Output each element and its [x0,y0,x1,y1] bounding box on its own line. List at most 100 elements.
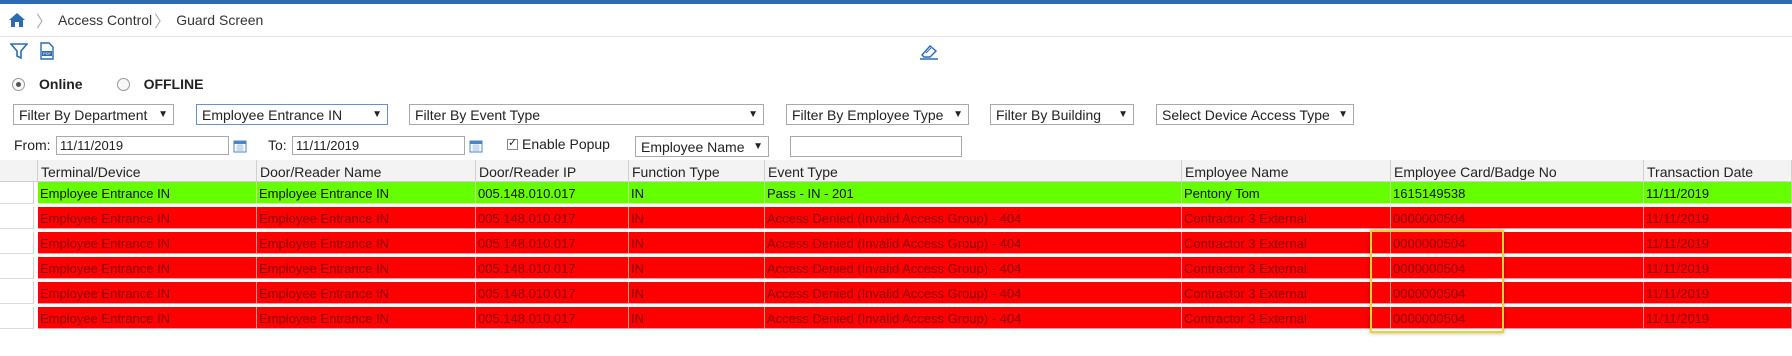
cell-event-type: Access Denied (Invalid Access Group) - 4… [765,232,1182,254]
table-row[interactable]: Employee Entrance IN Employee Entrance IN… [0,257,1792,279]
device-access-type-select[interactable]: Select Device Access Type ▼ [1156,104,1354,125]
table-row[interactable]: Employee Entrance IN Employee Entrance IN… [0,207,1792,229]
cell-function-type: IN [629,257,765,279]
online-label: Online [39,76,83,92]
cell-transaction-date: 11/11/2019 [1644,307,1792,329]
breadcrumb: 〉 Access Control 〉 Guard Screen [0,4,1792,37]
cell-terminal: Employee Entrance IN [38,257,257,279]
from-label: From: [14,137,51,153]
column-header-event-type[interactable]: Event Type [765,160,1182,182]
cell-door-reader-ip: 005.148.010.017 [476,257,629,279]
calendar-icon[interactable] [233,139,247,153]
pdf-export-icon[interactable]: PDF [38,42,56,63]
cell-function-type: IN [629,307,765,329]
to-label: To: [268,137,287,153]
cell-event-type: Access Denied (Invalid Access Group) - 4… [765,207,1182,229]
eraser-icon[interactable] [918,43,940,64]
home-icon[interactable] [0,4,34,36]
cell-door-reader-ip: 005.148.010.017 [476,232,629,254]
row-selector[interactable] [0,207,34,229]
department-filter-select[interactable]: Filter By Department ▼ [13,104,174,125]
dropdown-arrow-icon: ▼ [1118,109,1128,120]
breadcrumb-guard-screen: Guard Screen [176,12,264,28]
cell-terminal: Employee Entrance IN [38,207,257,229]
cell-event-type: Access Denied (Invalid Access Group) - 4… [765,282,1182,304]
dropdown-arrow-icon: ▼ [372,109,382,120]
from-date-input[interactable] [56,136,229,155]
cell-employee-name: Contractor 3 External [1182,257,1391,279]
column-header-door-reader-ip[interactable]: Door/Reader IP [476,160,629,182]
cell-terminal: Employee Entrance IN [38,182,257,204]
cell-transaction-date: 11/11/2019 [1644,282,1792,304]
cell-badge-no: 1615149538 [1391,182,1644,204]
cell-employee-name: Contractor 3 External [1182,232,1391,254]
offline-label: OFFLINE [143,76,204,92]
cell-function-type: IN [629,182,765,204]
terminal-filter-select[interactable]: Employee Entrance IN ▼ [196,104,388,125]
dropdown-arrow-icon: ▼ [953,109,963,120]
svg-text:PDF: PDF [43,51,52,56]
column-header-transaction-date[interactable]: Transaction Date [1644,160,1792,182]
cell-function-type: IN [629,232,765,254]
row-selector[interactable] [0,182,34,204]
badge-highlight-box [1370,230,1504,333]
building-filter-select[interactable]: Filter By Building ▼ [990,104,1134,125]
filter-icon[interactable] [9,42,29,63]
cell-terminal: Employee Entrance IN [38,282,257,304]
cell-transaction-date: 11/11/2019 [1644,207,1792,229]
employee-type-filter-select[interactable]: Filter By Employee Type ▼ [786,104,969,125]
cell-employee-name: Contractor 3 External [1182,282,1391,304]
cell-door-reader-ip: 005.148.010.017 [476,182,629,204]
enable-popup-label: Enable Popup [522,136,610,152]
cell-transaction-date: 11/11/2019 [1644,232,1792,254]
cell-door-reader-name: Employee Entrance IN [257,207,476,229]
chevron-right-icon: 〉 [154,14,171,31]
column-header-terminal[interactable]: Terminal/Device [38,160,257,182]
row-selector-header [0,160,38,182]
cell-terminal: Employee Entrance IN [38,232,257,254]
cell-function-type: IN [629,282,765,304]
table-row[interactable]: Employee Entrance IN Employee Entrance IN… [0,182,1792,204]
table-row[interactable]: Employee Entrance IN Employee Entrance IN… [0,232,1792,254]
row-selector[interactable] [0,307,34,329]
cell-door-reader-name: Employee Entrance IN [257,282,476,304]
search-field-select[interactable]: Employee Name ▼ [635,136,769,157]
cell-function-type: IN [629,207,765,229]
cell-door-reader-name: Employee Entrance IN [257,257,476,279]
cell-door-reader-ip: 005.148.010.017 [476,307,629,329]
column-header-function-type[interactable]: Function Type [629,160,765,182]
chevron-right-icon: 〉 [36,14,53,31]
table-row[interactable]: Employee Entrance IN Employee Entrance IN… [0,307,1792,329]
cell-terminal: Employee Entrance IN [38,307,257,329]
cell-event-type: Pass - IN - 201 [765,182,1182,204]
column-header-employee-name[interactable]: Employee Name [1182,160,1391,182]
column-header-door-reader-name[interactable]: Door/Reader Name [257,160,476,182]
cell-door-reader-name: Employee Entrance IN [257,307,476,329]
cell-door-reader-ip: 005.148.010.017 [476,207,629,229]
cell-employee-name: Contractor 3 External [1182,307,1391,329]
breadcrumb-access-control[interactable]: Access Control [58,12,152,28]
online-radio[interactable] [12,77,25,91]
dropdown-arrow-icon: ▼ [1338,109,1348,120]
dropdown-arrow-icon: ▼ [748,109,758,120]
to-date-input[interactable] [292,136,465,155]
table-row[interactable]: Employee Entrance IN Employee Entrance IN… [0,282,1792,304]
calendar-icon[interactable] [469,139,483,153]
cell-door-reader-name: Employee Entrance IN [257,232,476,254]
cell-employee-name: Contractor 3 External [1182,207,1391,229]
cell-event-type: Access Denied (Invalid Access Group) - 4… [765,307,1182,329]
cell-employee-name: Pentony Tom [1182,182,1391,204]
cell-door-reader-name: Employee Entrance IN [257,182,476,204]
column-header-badge-no[interactable]: Employee Card/Badge No [1391,160,1644,182]
cell-door-reader-ip: 005.148.010.017 [476,282,629,304]
cell-transaction-date: 11/11/2019 [1644,257,1792,279]
row-selector[interactable] [0,257,34,279]
connection-mode: Online OFFLINE [12,76,203,92]
offline-radio[interactable] [116,77,130,91]
dropdown-arrow-icon: ▼ [158,109,168,120]
row-selector[interactable] [0,232,34,254]
event-type-filter-select[interactable]: Filter By Event Type ▼ [409,104,764,125]
search-input[interactable] [790,136,962,157]
row-selector[interactable] [0,282,34,304]
enable-popup-checkbox[interactable] [507,136,518,150]
